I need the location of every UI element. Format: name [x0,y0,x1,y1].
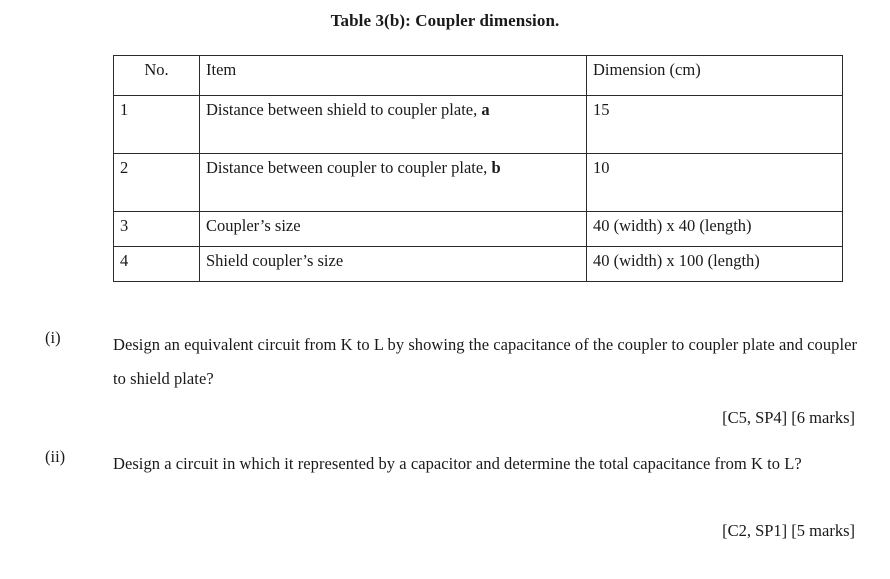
marks-line-ii: [C2, SP1] [5 marks] [722,521,855,540]
table-row: 1 Distance between shield to coupler pla… [113,95,843,154]
row-dimension: 10 [586,153,843,212]
row-item-variable: a [481,100,490,119]
question-text-i: Design an equivalent circuit from K to L… [113,335,857,388]
document-page: Table 3(b): Coupler dimension. No. Item … [0,0,890,579]
question-item-i: (i) Design an equivalent circuit from K … [45,328,857,396]
row-dimension: 40 (width) x 40 (length) [586,211,843,247]
table-row: 2 Distance between coupler to coupler pl… [113,153,843,212]
question-label-ii: (ii) [45,447,66,466]
coupler-dimension-table: No. Item Dimension (cm) 1 Distance betwe… [113,55,843,282]
column-header-dimension: Dimension (cm) [586,55,843,96]
row-dimension: 15 [586,95,843,154]
table-header-row: No. Item Dimension (cm) [113,55,843,96]
row-dimension: 40 (width) x 100 (length) [586,246,843,282]
row-item: Distance between coupler to coupler plat… [199,153,587,212]
column-header-no: No. [113,55,200,96]
question-text-ii: Design a circuit in which it represented… [113,454,802,473]
row-number: 1 [113,95,200,154]
column-header-item: Item [199,55,587,96]
table-caption: Table 3(b): Coupler dimension. [330,11,560,30]
row-item-text: Distance between shield to coupler plate… [206,100,482,119]
table-row: 4 Shield coupler’s size 40 (width) x 100… [113,246,843,282]
row-item: Coupler’s size [199,211,587,247]
question-label-i: (i) [45,328,61,347]
row-number: 4 [113,246,200,282]
row-number: 2 [113,153,200,212]
question-item-ii: (ii) Design a circuit in which it repres… [45,447,857,481]
row-number: 3 [113,211,200,247]
row-item-variable: b [491,158,501,177]
marks-line-i: [C5, SP4] [6 marks] [722,408,855,427]
row-item: Shield coupler’s size [199,246,587,282]
table-row: 3 Coupler’s size 40 (width) x 40 (length… [113,211,843,247]
row-item-text: Distance between coupler to coupler plat… [206,158,492,177]
row-item: Distance between shield to coupler plate… [199,95,587,154]
